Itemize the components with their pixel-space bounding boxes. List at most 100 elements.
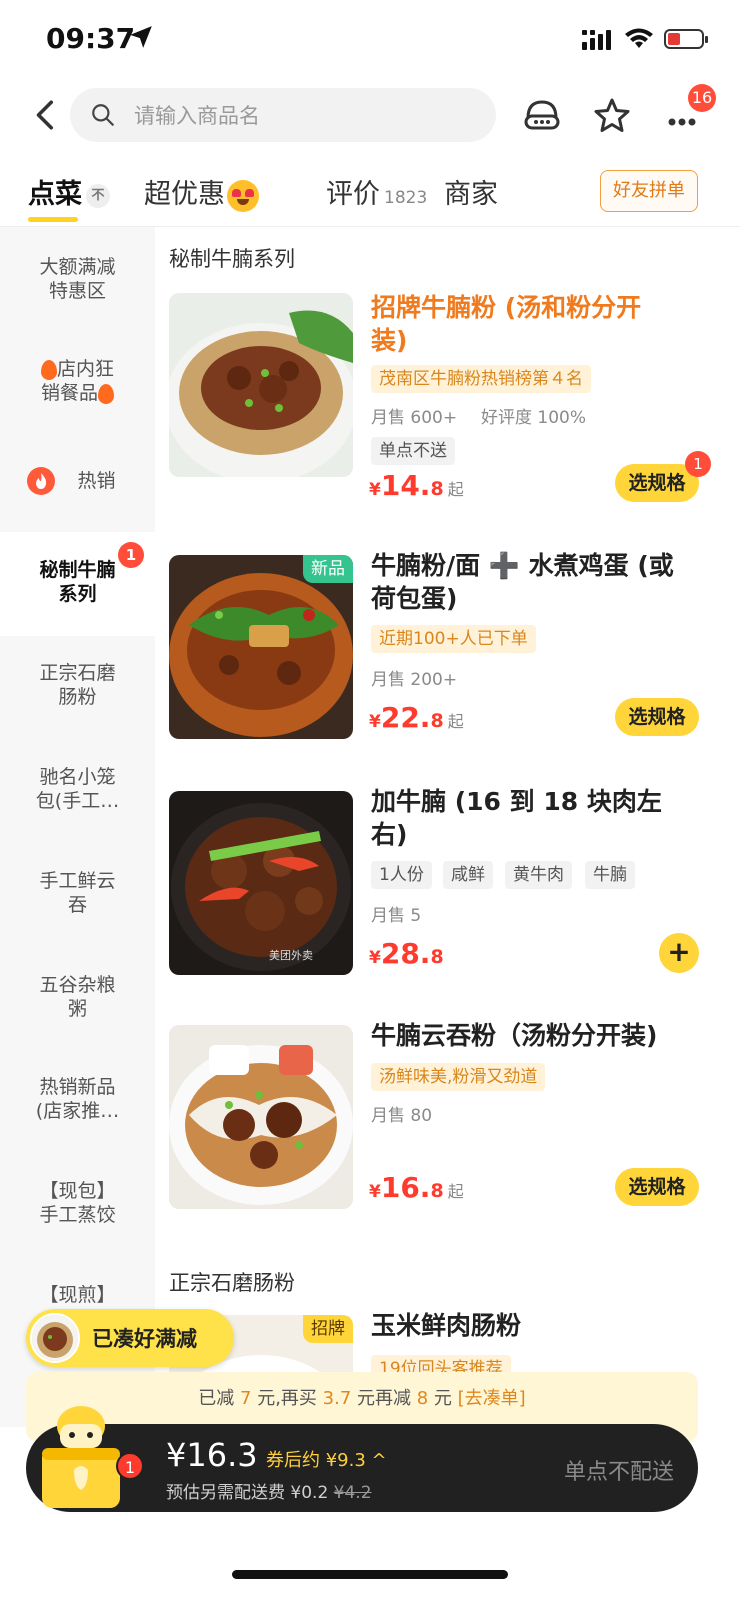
cart-after-coupon[interactable]: 券后约 ¥9.3 ^	[266, 1446, 387, 1472]
rank-tag: 茂南区牛腩粉热销榜第４名	[371, 365, 591, 393]
search-input[interactable]	[132, 97, 476, 135]
attribute-tag: 1人份	[371, 861, 432, 889]
sidebar-item-congee[interactable]: 五谷杂粮 粥	[0, 973, 155, 1021]
select-spec-button[interactable]: 选规格	[615, 698, 699, 736]
sidebar-item-hot[interactable]: 热销	[0, 465, 155, 497]
add-items-link[interactable]: [去凑单]	[458, 1388, 526, 1409]
shopping-bag-mascot-icon[interactable]	[36, 1404, 126, 1512]
tab-reviews[interactable]: 评价 1823	[326, 172, 427, 211]
dish-name-line: 招牌牛腩粉 (汤和粉分开	[371, 293, 642, 322]
dish-card[interactable]: 牛腩云吞粉（汤粉分开装) 汤鲜味美,粉滑又劲道 月售 80 ¥16.8 起 选规格	[155, 1021, 740, 1225]
promo-text: 已减 7 元,再买 3.7 元再减 8 元 [去凑单]	[26, 1384, 698, 1410]
favorite-star-icon[interactable]	[592, 96, 632, 136]
sidebar-item-label: (店家推…	[35, 1100, 120, 1122]
sidebar-item-label: 系列	[58, 583, 97, 605]
group-order-button[interactable]: 好友拼单	[600, 170, 698, 212]
promo-amount: 7	[240, 1388, 252, 1409]
sidebar-item-label: 包(手工…	[35, 790, 120, 812]
wifi-icon	[625, 28, 653, 48]
promo-text-part: 元再减	[351, 1388, 417, 1409]
search-icon	[92, 104, 114, 126]
checkout-status[interactable]: 单点不配送	[564, 1454, 674, 1486]
sidebar-item-label: 大额满减	[39, 256, 116, 278]
sidebar-item-label: 正宗石磨	[39, 662, 116, 684]
tab-reviews-label: 评价	[326, 179, 380, 210]
rating: 好评度 100%	[481, 408, 587, 428]
tab-deals[interactable]: 超优惠	[144, 172, 259, 212]
sidebar-item-fried[interactable]: 【现煎】	[0, 1283, 155, 1307]
sidebar-item-label: 特惠区	[48, 280, 106, 302]
promo-text-part: 已减	[198, 1388, 241, 1409]
price-currency: ¥	[369, 1182, 381, 1202]
promo-amount: 8	[416, 1388, 429, 1409]
home-indicator	[232, 1570, 508, 1579]
dish-name-line: 牛腩粉/面 ➕ 水煮鸡蛋 (或	[371, 551, 674, 580]
sidebar-item-wonton[interactable]: 手工鲜云 吞	[0, 869, 155, 917]
tab-merchant[interactable]: 商家	[444, 172, 498, 211]
promo-text-part: 元,再买	[251, 1388, 323, 1409]
dish-price: ¥28.8	[369, 937, 444, 970]
sidebar-item-soup-dumpling[interactable]: 驰名小笼 包(手工…	[0, 765, 155, 813]
tab-active-underline	[28, 217, 78, 222]
dish-name: 招牌牛腩粉 (汤和粉分开 装)	[371, 291, 711, 357]
customer-service-icon[interactable]	[522, 96, 562, 136]
search-bar[interactable]	[70, 88, 496, 142]
sidebar-item-label: 五谷杂粮	[39, 974, 116, 996]
delivery-fee-label: 预估另需配送费 ¥0.2	[166, 1483, 334, 1503]
dish-price: ¥22.8 起	[369, 701, 464, 734]
sidebar-item-label: 【现包】	[39, 1180, 116, 1202]
sidebar-item-label: 热销	[77, 470, 116, 492]
dish-image: 新品	[169, 555, 353, 739]
hot-flame-icon	[27, 467, 55, 495]
dish-card[interactable]: 美团外卖 加牛腩 (16 到 18 块肉左 右) 1人份 咸鲜 黄牛肉 牛腩 月…	[155, 787, 740, 991]
sidebar-item-rice-roll[interactable]: 正宗石磨 肠粉	[0, 661, 155, 709]
dish-name-line: 右)	[371, 820, 408, 849]
price-suffix: 起	[447, 1182, 464, 1201]
tab-order[interactable]: 点菜不	[28, 172, 110, 211]
fire-icon	[98, 383, 114, 404]
sidebar-item-label: 手工鲜云	[39, 870, 116, 892]
dish-name: 玉米鲜肉肠粉	[371, 1309, 711, 1342]
monthly-sales: 月售 600+	[371, 408, 458, 428]
sidebar-item-label: 手工蒸饺	[39, 1204, 116, 1226]
attribute-tag: 牛腩	[585, 861, 635, 889]
attribute-tag: 咸鲜	[443, 861, 493, 889]
dish-name-line: 玉米鲜肉肠粉	[371, 1311, 522, 1340]
section-title: 正宗石磨肠粉	[169, 1271, 295, 1295]
back-arrow-icon[interactable]	[30, 98, 64, 132]
dish-price: ¥14.8 起	[369, 469, 464, 502]
status-time: 09:37	[46, 22, 136, 55]
dish-name-line: 荷包蛋)	[371, 584, 458, 613]
add-to-cart-button[interactable]: +	[659, 933, 699, 973]
dish-name: 加牛腩 (16 到 18 块肉左 右)	[371, 785, 711, 851]
price-currency: ¥	[369, 712, 381, 732]
sidebar-item-discount-zone[interactable]: 大额满减 特惠区	[0, 255, 155, 303]
dish-name-line: 装)	[371, 326, 408, 355]
dish-name-line: 加牛腩 (16 到 18 块肉左	[371, 787, 662, 816]
dish-card[interactable]: 新品 牛腩粉/面 ➕ 水煮鸡蛋 (或 荷包蛋) 近期100+人已下单 月售 20…	[155, 551, 740, 755]
tab-merchant-label: 商家	[444, 179, 498, 210]
sidebar-item-steamed-dumpling[interactable]: 【现包】 手工蒸饺	[0, 1179, 155, 1227]
attribute-tag: 黄牛肉	[505, 861, 572, 889]
price-suffix: 起	[447, 712, 464, 731]
discount-achieved-pill[interactable]: 已凑好满减	[26, 1309, 234, 1367]
price-currency: ¥	[369, 948, 381, 968]
select-spec-button[interactable]: 选规格	[615, 1168, 699, 1206]
new-item-tag: 新品	[303, 555, 353, 583]
sidebar-item-label: 销餐品	[40, 382, 98, 404]
delivery-fee: 预估另需配送费 ¥0.2 ¥4.2	[166, 1478, 372, 1503]
spec-count-badge: 1	[685, 451, 711, 477]
price-integer: 22.	[380, 701, 431, 734]
dish-image	[169, 293, 353, 477]
sidebar-item-hot-sellers[interactable]: 店内狂 销餐品	[0, 357, 155, 405]
monthly-sales: 月售 80	[371, 1106, 433, 1126]
dish-card[interactable]: 招牌牛腩粉 (汤和粉分开 装) 茂南区牛腩粉热销榜第４名 月售 600+ 好评度…	[155, 291, 740, 511]
sidebar-item-new-items[interactable]: 热销新品 (店家推…	[0, 1075, 155, 1123]
delivery-fee-original: ¥4.2	[333, 1483, 372, 1503]
promo-text-part: 元	[428, 1388, 458, 1409]
sidebar-item-beef-brisket[interactable]: 秘制牛腩 系列 1	[0, 532, 155, 636]
sidebar-item-label: 【现煎】	[39, 1284, 116, 1306]
sidebar-item-label: 吞	[67, 894, 87, 916]
promo-amount: 3.7	[322, 1388, 352, 1409]
price-integer: 28.	[380, 937, 431, 970]
